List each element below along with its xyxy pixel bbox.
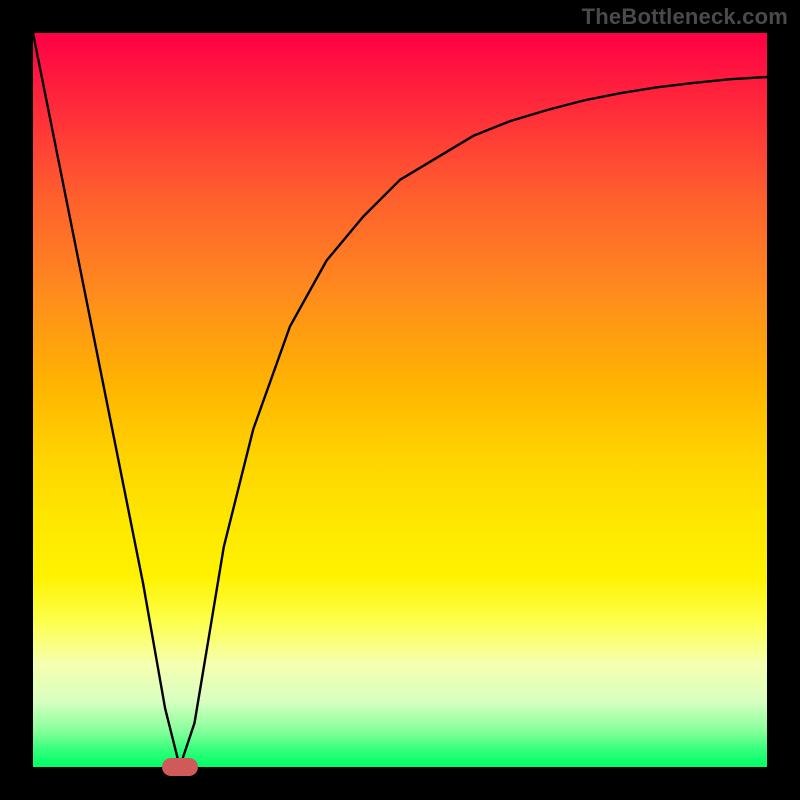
curve-layer [33, 33, 767, 767]
optimal-marker [162, 758, 198, 776]
plot-area [33, 33, 767, 767]
bottleneck-curve [33, 33, 767, 767]
watermark-text: TheBottleneck.com [582, 4, 788, 30]
chart-frame: TheBottleneck.com [0, 0, 800, 800]
